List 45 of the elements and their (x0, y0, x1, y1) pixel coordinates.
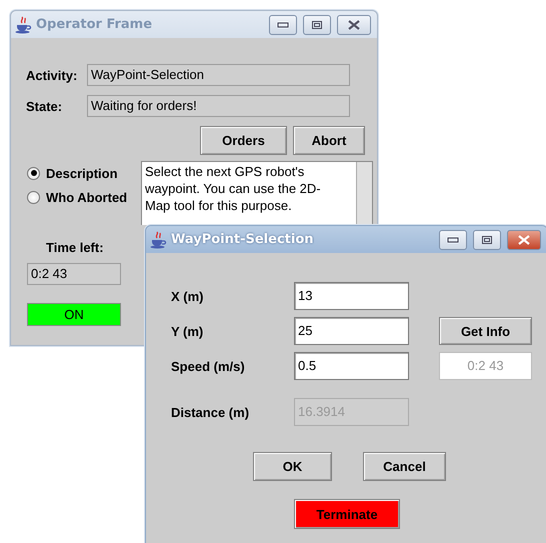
field-label: Y (m) (171, 324, 204, 338)
description-text: Select the next GPS robot's waypoint. You can use the 2D-Map tool for this purpose. (144, 163, 322, 215)
radio-button[interactable] (27, 166, 40, 180)
time-left-field: 0:2 43 (27, 263, 121, 285)
cup-icon (14, 16, 32, 34)
terminate-button[interactable]: Terminate (294, 499, 400, 529)
maximize-icon (311, 20, 323, 30)
cup-icon (149, 230, 167, 248)
close-button[interactable] (337, 14, 371, 34)
dialog-button[interactable]: OK (253, 452, 332, 481)
input-field[interactable]: 0.5 (294, 352, 409, 380)
scrollbar[interactable] (356, 162, 372, 225)
action-button[interactable]: Orders (200, 126, 287, 155)
activity-field: WayPoint-Selection (87, 64, 350, 86)
input-field[interactable]: 25 (294, 317, 409, 345)
minimize-button[interactable] (439, 230, 467, 250)
maximize-button[interactable] (473, 230, 501, 250)
field-label: Distance (m) (171, 404, 250, 420)
time-field: 0:2 43 (439, 352, 532, 380)
minimize-icon (277, 22, 289, 28)
action-button[interactable]: Abort (293, 126, 365, 155)
time-left-label: Time left: (46, 240, 105, 255)
close-button[interactable] (507, 230, 541, 250)
close-icon (347, 20, 361, 30)
close-icon (517, 234, 531, 244)
status-indicator: ON (27, 303, 121, 326)
input-field[interactable]: 13 (294, 282, 409, 310)
radio-label[interactable]: Who Aborted (46, 190, 128, 204)
field-label: X (m) (171, 288, 204, 304)
radio-label[interactable]: Description (46, 166, 118, 180)
radio-option[interactable]: Who Aborted (27, 185, 141, 209)
field-label: Activity: (26, 68, 78, 82)
minimize-button[interactable] (269, 14, 297, 34)
radio-option[interactable]: Description (27, 161, 141, 185)
maximize-button[interactable] (303, 14, 331, 34)
radio-button[interactable] (27, 190, 40, 204)
window-title: WayPoint-Selection (171, 232, 315, 247)
maximize-icon (481, 234, 493, 244)
dialog-button[interactable]: Cancel (363, 452, 446, 481)
minimize-icon (447, 236, 459, 242)
window-title: Operator Frame (36, 17, 154, 32)
get-info-button[interactable]: Get Info (439, 317, 532, 345)
field-label: State: (26, 98, 64, 114)
state-field: Waiting for orders! (87, 95, 350, 117)
field-label: Speed (m/s) (171, 358, 246, 374)
